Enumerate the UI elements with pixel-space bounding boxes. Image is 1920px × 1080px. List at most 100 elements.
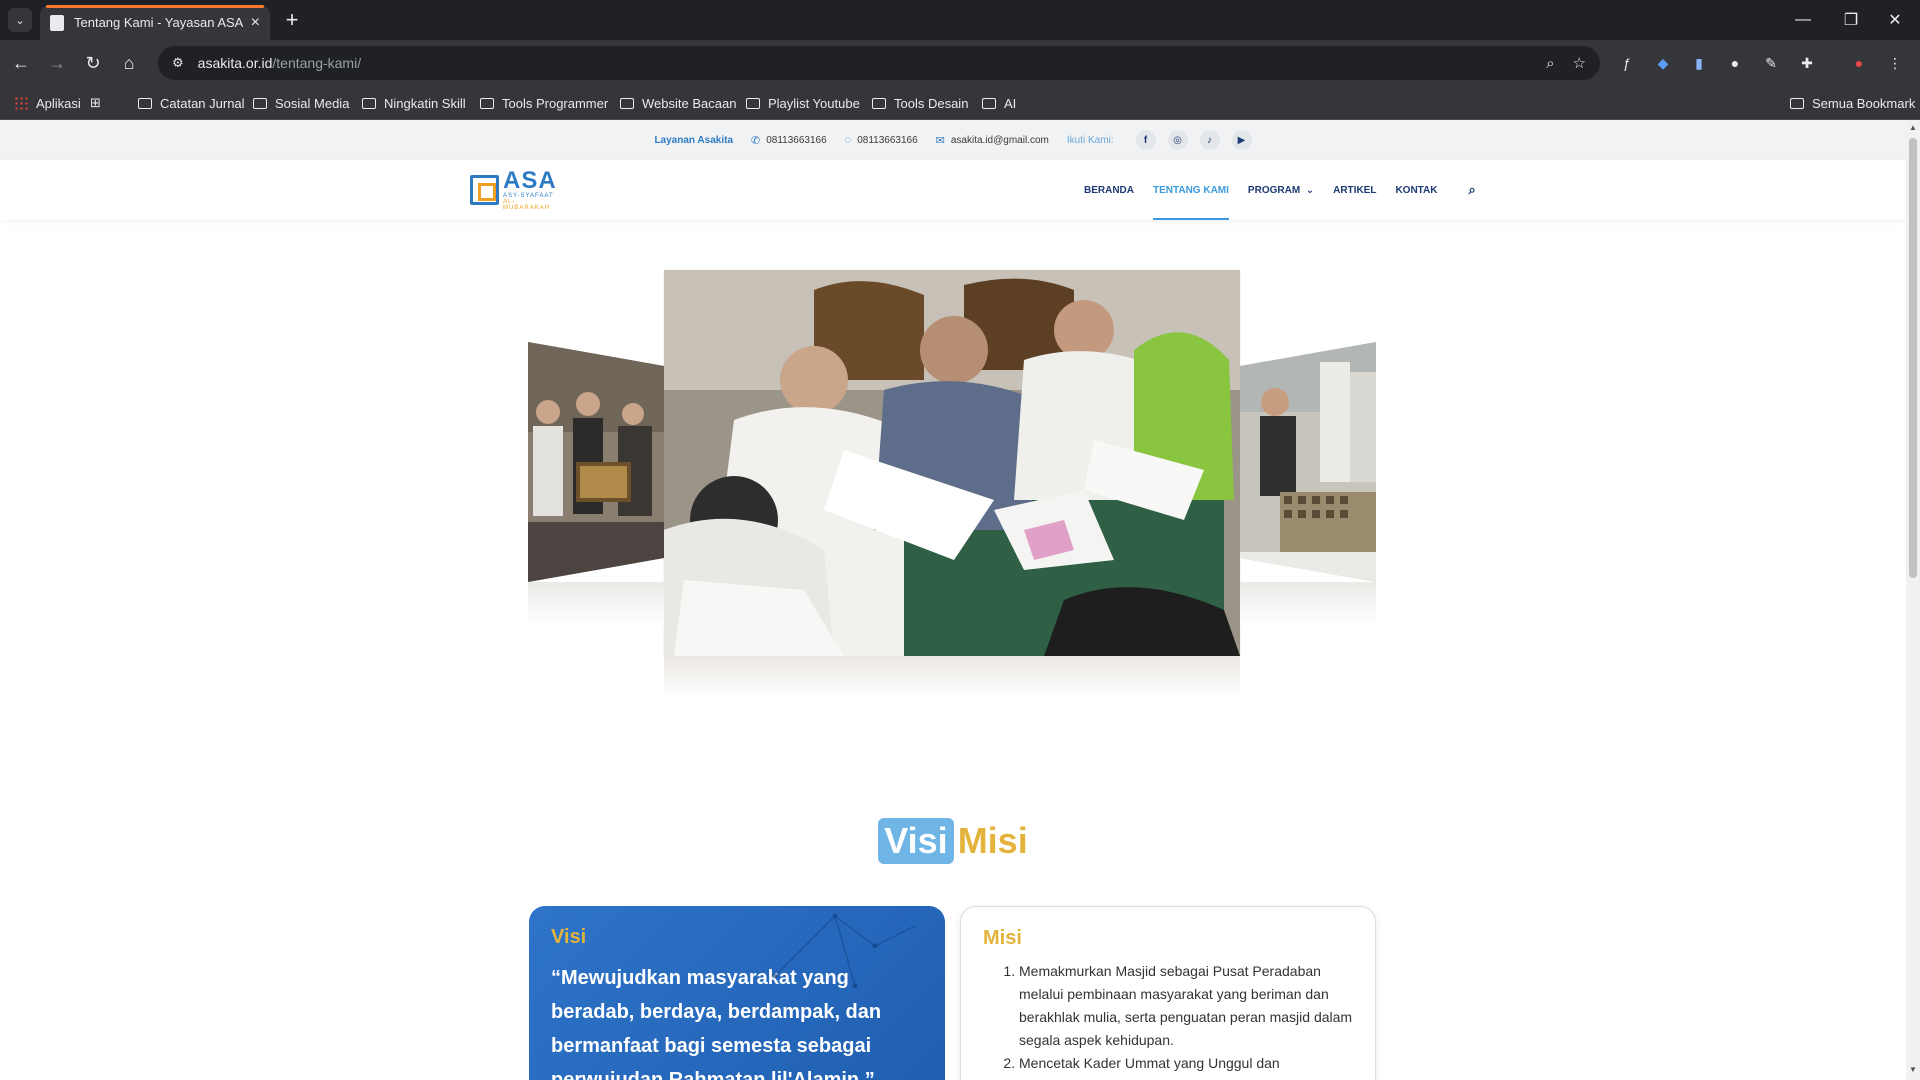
bookmark-label: Sosial Media [275, 95, 350, 111]
bookmark-label: Playlist Youtube [768, 95, 860, 111]
extension-tag-icon[interactable]: ◆ [1652, 52, 1674, 74]
bookmark-folder-ningkatin-skill[interactable]: Ningkatin Skill [362, 86, 466, 120]
tab-close-icon[interactable]: × [251, 14, 260, 32]
bookmark-catatan-jurnal[interactable]: Catatan Jurnal [138, 86, 245, 120]
forward-button[interactable]: → [42, 48, 72, 78]
misi-heading: Misi [983, 927, 1022, 949]
extensions-puzzle-icon[interactable]: ✚ [1796, 52, 1818, 74]
bookmark-folder-playlist-youtube[interactable]: Playlist Youtube [746, 86, 860, 120]
folder-icon [746, 97, 760, 109]
network-pattern-icon [772, 913, 916, 989]
contact-topbar: Layanan Asakita ✆ 08113663166 ◌ 0811366316… [0, 120, 1906, 160]
bookmark-folder-website-bacaan[interactable]: Website Bacaan [620, 86, 736, 120]
close-window-button[interactable]: ✕ [1872, 0, 1918, 40]
apps-grid-icon [14, 96, 28, 110]
whatsapp-number: 08113663166 [857, 134, 918, 146]
tab-loading-bar [46, 5, 264, 8]
folder-icon [362, 97, 376, 109]
zoom-icon[interactable]: ⌕ [1546, 55, 1554, 72]
misi-card: Misi Memakmurkan Masjid sebagai Pusat Pe… [960, 906, 1376, 1080]
tab-search-button[interactable]: ⌄ [8, 8, 32, 32]
carousel-slide-active[interactable] [664, 270, 1240, 656]
youtube-icon[interactable]: ▶ [1231, 130, 1252, 150]
phone-icon: ✆ [751, 134, 761, 147]
chevron-down-icon: ⌄ [1305, 184, 1315, 196]
url-text[interactable]: asakita.or.id/tentang-kami/ [198, 55, 1528, 71]
nav-program-label: PROGRAM [1247, 184, 1301, 196]
browser-tab[interactable]: Tentang Kami - Yayasan ASA KI × [40, 5, 270, 40]
nav-program[interactable]: PROGRAM ⌄ [1248, 160, 1314, 220]
page-favicon-icon [50, 14, 64, 31]
home-button[interactable]: ⌂ [114, 48, 144, 78]
new-tab-button[interactable]: + [280, 7, 304, 32]
main-nav: BERANDA TENTANG KAMI PROGRAM ⌄ ARTIKEL K… [1084, 160, 1476, 220]
browser-toolbar: ← → ↻ ⌂ ⚙ asakita.or.id/tentang-kami/ ⌕ … [0, 40, 1920, 86]
folder-icon [872, 97, 886, 109]
tab-groups-button[interactable]: ⊞ [90, 86, 101, 120]
visi-misi-title: Visi Misi [0, 818, 1906, 864]
bookmark-label: Catatan Jurnal [160, 95, 245, 111]
bookmark-label: AI [1004, 95, 1017, 111]
page-scrollbar[interactable]: ▲ ▼ [1906, 120, 1920, 1080]
meeting-photo-image [664, 270, 1240, 656]
carousel-slide-next[interactable] [1240, 342, 1376, 582]
service-label: Layanan Asakita [654, 134, 734, 146]
whatsapp-link[interactable]: ◌ 08113663166 [845, 134, 918, 146]
tiktok-icon[interactable]: ♪ [1199, 130, 1220, 150]
url-path: /tentang-kami/ [272, 55, 362, 71]
address-bar[interactable]: ⚙ asakita.or.id/tentang-kami/ ⌕ ☆ [158, 46, 1600, 80]
extension-edit-icon[interactable]: ✎ [1760, 52, 1782, 74]
facebook-icon[interactable]: f [1135, 130, 1156, 150]
folder-icon [620, 97, 634, 109]
phone-link[interactable]: ✆ 08113663166 [751, 134, 827, 147]
tab-title: Tentang Kami - Yayasan ASA KI [74, 15, 243, 30]
scroll-up-arrow-icon[interactable]: ▲ [1909, 124, 1917, 132]
bookmark-folder-tools-programmer[interactable]: Tools Programmer [480, 86, 608, 120]
logo-tagline-2: AL-MUBARAKAH [503, 199, 551, 211]
follow-label: Ikuti Kami: [1066, 134, 1114, 146]
scrollbar-thumb[interactable] [1909, 138, 1917, 578]
nav-kontak[interactable]: KONTAK [1395, 160, 1437, 220]
menu-kebab-icon[interactable]: ⋮ [1884, 52, 1906, 74]
carousel-reflection [664, 656, 1240, 698]
logo-mark-icon [470, 175, 500, 205]
extension-k-icon[interactable]: ● [1724, 52, 1746, 74]
bookmarks-bar: Aplikasi ⊞ Catatan Jurnal Sosial Media N… [0, 86, 1920, 120]
title-misi: Misi [957, 820, 1028, 861]
bookmark-folder-ai[interactable]: AI [982, 86, 1016, 120]
email-link[interactable]: ✉ asakita.id@gmail.com [936, 134, 1049, 147]
bookmark-apps[interactable]: Aplikasi [14, 86, 81, 120]
bookmark-folder-sosial-media[interactable]: Sosial Media [253, 86, 349, 120]
bookmark-label: Aplikasi [36, 95, 81, 111]
instagram-icon[interactable]: ◎ [1167, 130, 1188, 150]
email-icon: ✉ [935, 134, 945, 147]
profile-avatar[interactable]: ● [1848, 52, 1870, 74]
photo-carousel[interactable] [528, 270, 1376, 710]
bookmark-star-icon[interactable]: ☆ [1573, 54, 1586, 72]
site-logo[interactable]: ASA ASY-SYAFAAT AL-MUBARAKAH [470, 169, 560, 211]
back-button[interactable]: ← [6, 48, 36, 78]
extension-doc-icon[interactable]: ▮ [1688, 52, 1710, 74]
nav-tentang-kami[interactable]: TENTANG KAMI [1153, 160, 1229, 220]
misi-item: Memakmurkan Masjid sebagai Pusat Peradab… [1019, 960, 1353, 1052]
group-photo-image [528, 342, 664, 582]
extension-font-icon[interactable]: ƒ [1616, 52, 1638, 74]
misi-item: Mencetak Kader Ummat yang Unggul dan [1019, 1052, 1353, 1075]
restore-button[interactable]: ❐ [1828, 0, 1874, 40]
bookmark-label: Tools Programmer [502, 95, 609, 111]
minimize-button[interactable]: — [1780, 0, 1826, 40]
carousel-slide-prev[interactable] [528, 342, 664, 582]
url-host: asakita.or.id [197, 55, 273, 71]
reload-button[interactable]: ↻ [78, 48, 108, 78]
scroll-down-arrow-icon[interactable]: ▼ [1909, 1066, 1917, 1074]
tab-groups-icon: ⊞ [90, 95, 101, 110]
search-icon[interactable]: ⌕ [1468, 160, 1475, 220]
carousel-reflection-right [1240, 582, 1376, 626]
bookmark-folder-tools-desain[interactable]: Tools Desain [872, 86, 968, 120]
phone-number: 08113663166 [766, 134, 827, 146]
nav-beranda[interactable]: BERANDA [1084, 160, 1134, 220]
bookmark-label: Semua Bookmark [1812, 95, 1916, 111]
nav-artikel[interactable]: ARTIKEL [1333, 160, 1376, 220]
all-bookmarks-button[interactable]: Semua Bookmark [1790, 86, 1915, 120]
site-info-icon[interactable]: ⚙ [172, 55, 184, 71]
